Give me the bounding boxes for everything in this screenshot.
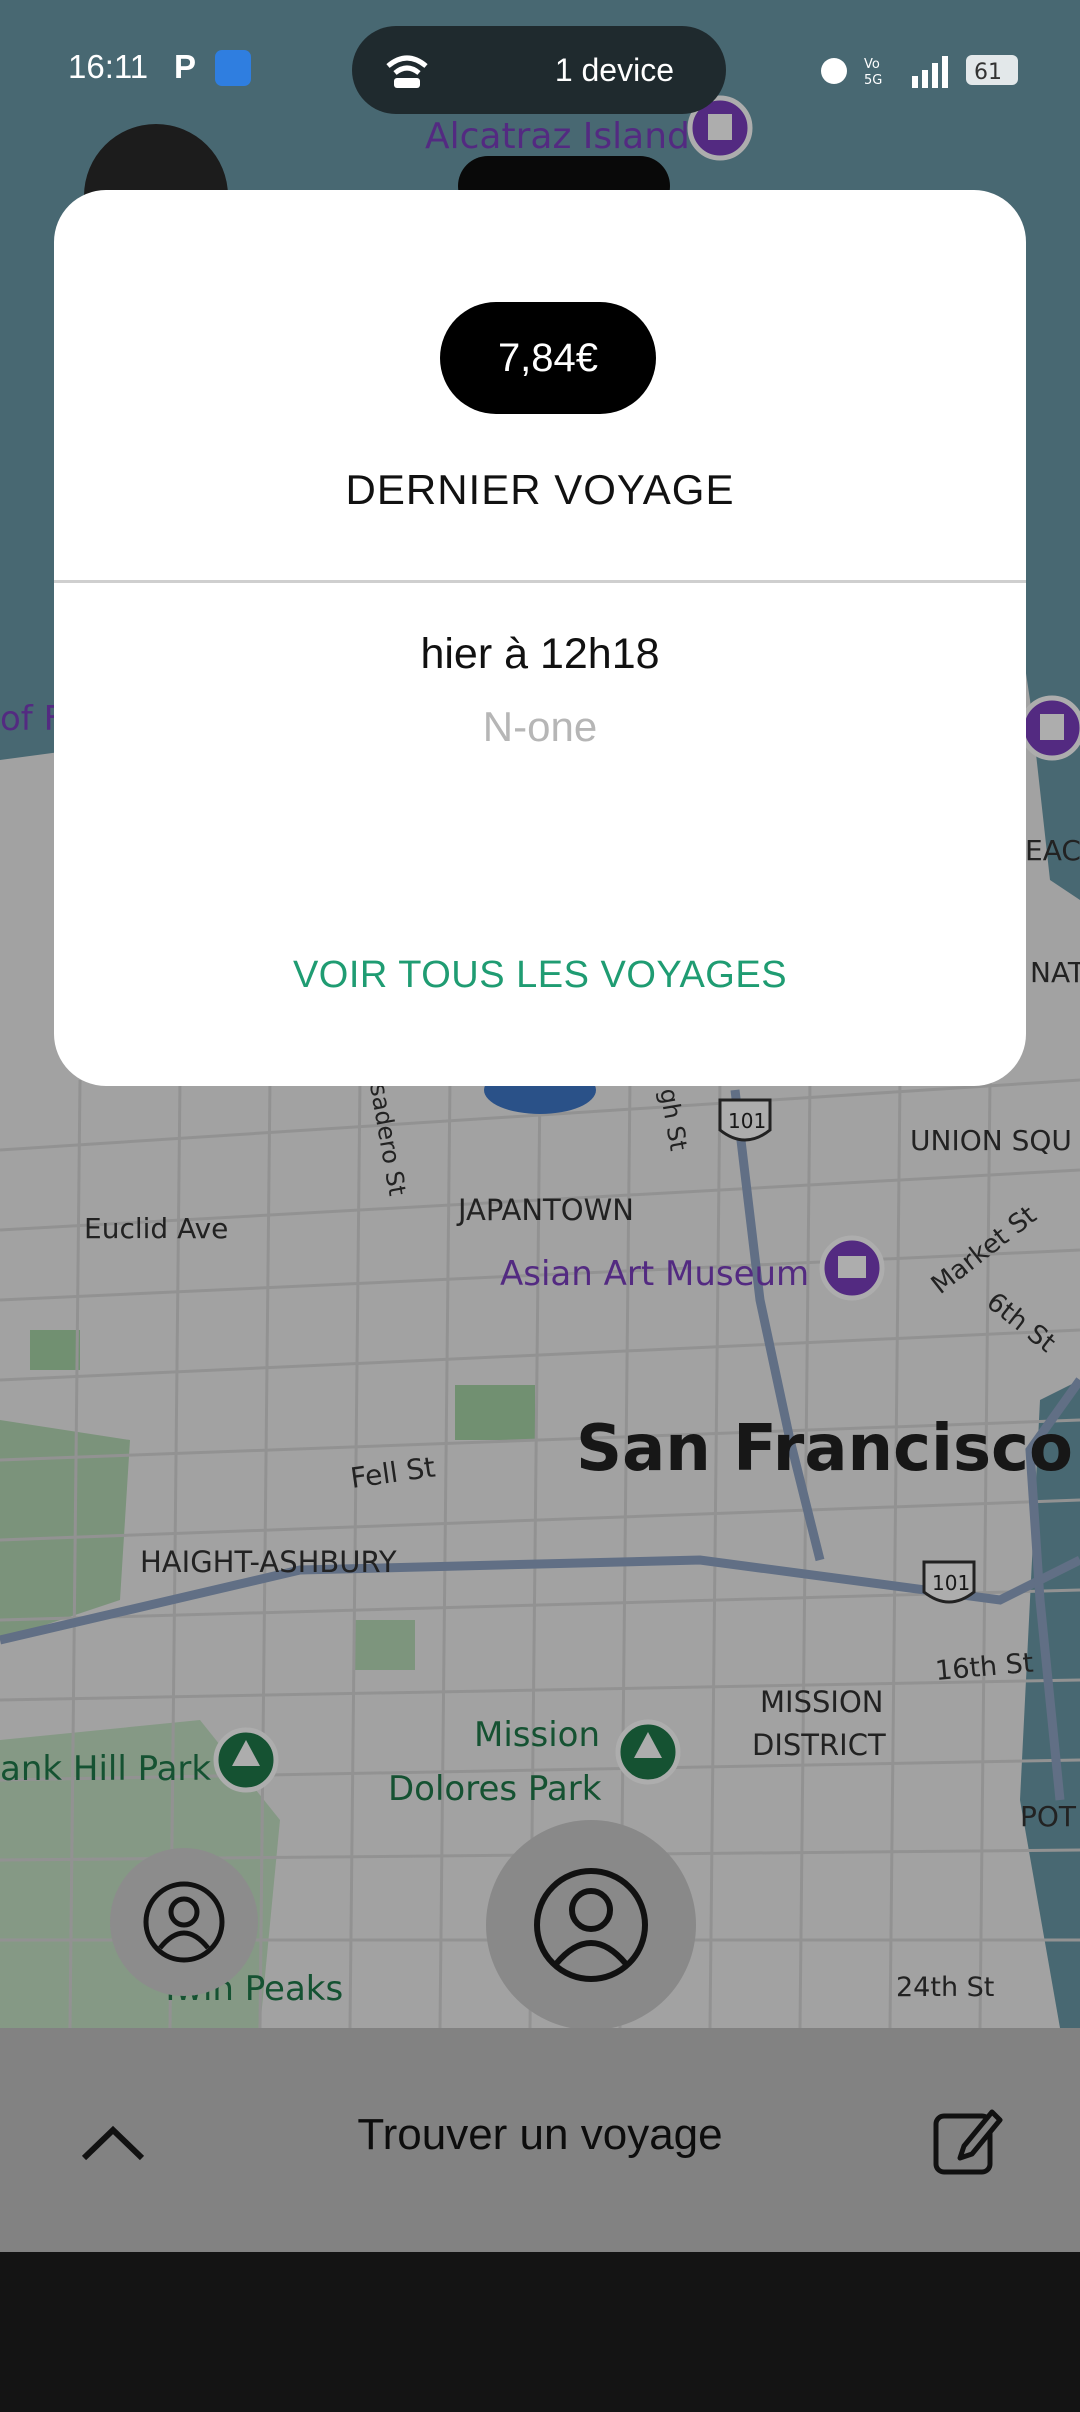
profile-button-small[interactable]: [110, 1848, 258, 1996]
hotspot-icon: [386, 55, 428, 88]
modal-divider: [54, 580, 1026, 583]
svg-text:5G: 5G: [864, 73, 882, 88]
edit-icon[interactable]: [930, 2102, 1006, 2178]
volte-icon: Vo 5G: [864, 57, 882, 88]
trip-company: N-one: [482, 703, 598, 750]
profile-button-main[interactable]: [486, 1820, 696, 2030]
user-icon: [143, 1881, 225, 1963]
svg-text:Vo: Vo: [864, 57, 880, 72]
signal-icon: [912, 56, 948, 88]
hotspot-label: 1 device: [554, 52, 674, 88]
modal-title: DERNIER VOYAGE: [345, 466, 735, 513]
status-bar: 16:11 P 1 device Vo 5G 61: [0, 0, 1080, 140]
status-time: 16:11: [68, 48, 149, 85]
trip-price-badge: 7,84€: [440, 302, 656, 414]
view-all-trips-link[interactable]: VOIR TOUS LES VOYAGES: [54, 954, 1026, 997]
battery-icon: 61: [966, 55, 1018, 85]
bottom-bar: Trouver un voyage: [0, 2028, 1080, 2252]
system-nav-area: [0, 2252, 1080, 2412]
find-trip-label[interactable]: Trouver un voyage: [0, 2110, 1080, 2160]
hotspot-pill[interactable]: 1 device: [352, 26, 726, 114]
trip-time: hier à 12h18: [420, 630, 660, 678]
status-icons: Vo 5G 61: [821, 55, 1018, 88]
parking-notification-icon: P: [174, 48, 197, 85]
alarm-icon: [821, 58, 847, 84]
android-icon: [215, 50, 251, 86]
last-trip-modal: 7,84€ DERNIER VOYAGE hier à 12h18 N-one …: [54, 190, 1026, 1086]
svg-text:61: 61: [974, 60, 1002, 85]
user-icon: [534, 1868, 648, 1982]
